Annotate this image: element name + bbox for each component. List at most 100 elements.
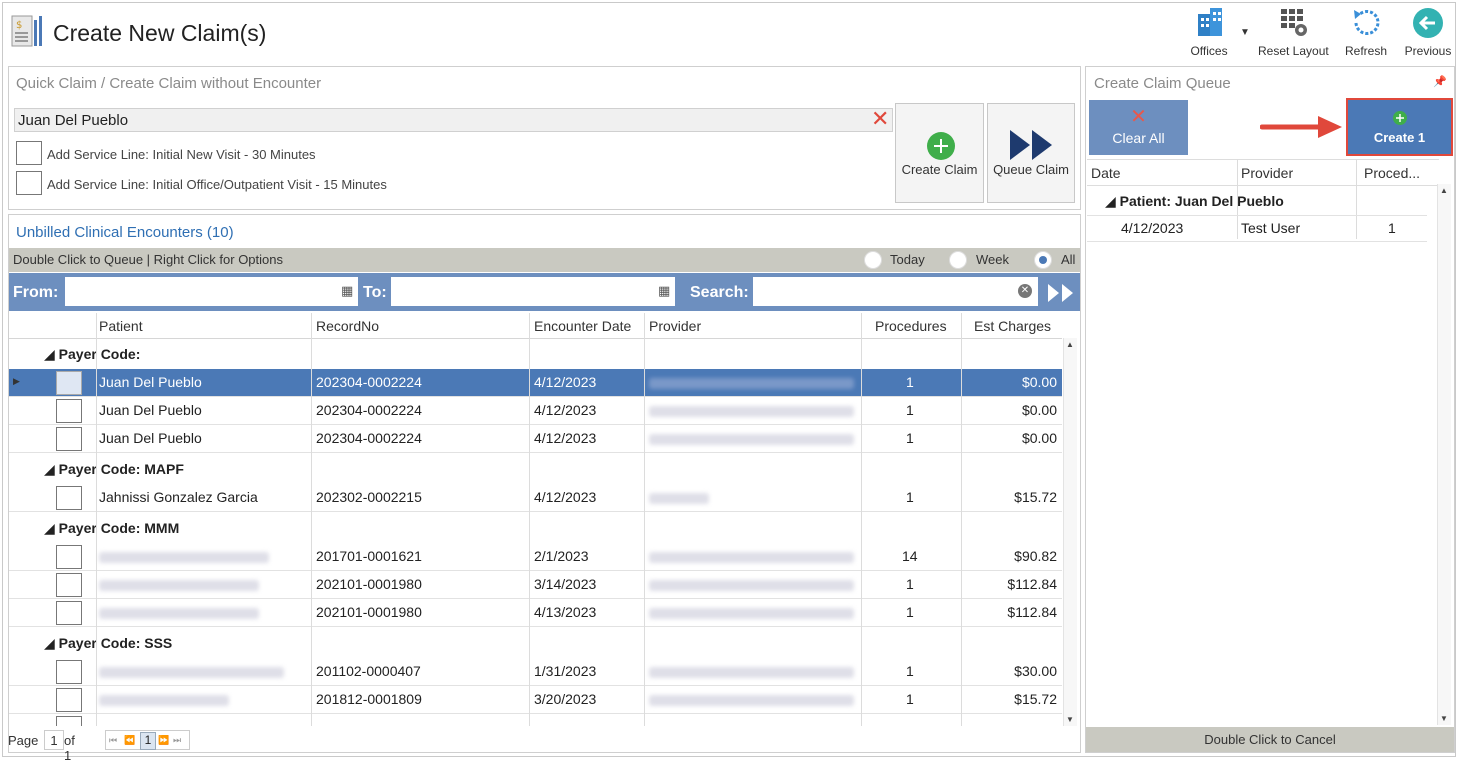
queue-col-procedures[interactable]: Proced... [1364, 165, 1420, 181]
col-patient[interactable]: Patient [99, 318, 143, 334]
search-go-icon[interactable] [1047, 283, 1077, 303]
col-recordno[interactable]: RecordNo [316, 318, 379, 334]
row-checkbox[interactable] [56, 660, 82, 684]
encounters-hint: Double Click to Queue | Right Click for … [13, 252, 283, 267]
encounters-title: Unbilled Clinical Encounters (10) [16, 224, 234, 241]
grid-gear-icon [1281, 9, 1307, 36]
create-claim-button[interactable]: Create Claim [895, 103, 984, 203]
clear-search-icon[interactable]: ✕ [1018, 284, 1032, 298]
previous-button[interactable]: Previous [1402, 6, 1454, 58]
scroll-up-icon[interactable]: ▲ [1440, 186, 1448, 195]
record-cell: 201102-0000407 [316, 663, 421, 679]
service-line-1-checkbox[interactable] [16, 141, 42, 165]
group-row[interactable]: ◢ Payer Code: SSS [9, 629, 1062, 659]
prev-page-icon[interactable]: ⏪ [124, 735, 135, 746]
table-row[interactable]: 202101-0001980 4/13/2023 1 $112.84 [9, 599, 1062, 627]
row-checkbox[interactable] [56, 716, 82, 726]
row-checkbox[interactable] [56, 486, 82, 510]
queue-col-date[interactable]: Date [1091, 165, 1121, 181]
offices-building-icon [1198, 8, 1222, 36]
group-label: ◢ Payer Code: [44, 346, 141, 362]
page-label: Page [8, 733, 39, 748]
clear-patient-icon[interactable]: ✕ [871, 106, 889, 132]
patient-cell: Jahnissi Gonzalez Garcia [99, 489, 258, 505]
queue-scrollbar[interactable]: ▲ ▼ [1437, 184, 1451, 725]
row-checkbox[interactable] [56, 545, 82, 569]
table-row[interactable]: 201701-0001621 2/1/2023 14 $90.82 [9, 543, 1062, 571]
row-checkbox[interactable] [56, 371, 82, 395]
week-radio[interactable] [949, 251, 967, 269]
table-row[interactable]: Juan Del Pueblo 202304-0002224 4/12/2023… [9, 397, 1062, 425]
all-radio[interactable] [1034, 251, 1052, 269]
group-label: ◢ Payer Code: MAPF [44, 461, 184, 477]
charges-cell: $112.84 [1007, 604, 1057, 620]
scroll-up-icon[interactable]: ▲ [1066, 340, 1074, 349]
col-divider [529, 313, 530, 726]
current-page-button[interactable]: 1 [140, 732, 156, 750]
reset-layout-button[interactable]: Reset Layout [1258, 6, 1329, 58]
first-page-icon[interactable]: ⏮ [109, 735, 117, 746]
row-checkbox[interactable] [56, 573, 82, 597]
fast-forward-icon [1010, 130, 1052, 160]
record-cell: 202302-0002215 [316, 489, 422, 505]
queue-row[interactable]: 4/12/2023 Test User 1 [1087, 215, 1427, 242]
today-radio[interactable] [864, 251, 882, 269]
procedures-cell: 14 [902, 548, 918, 564]
row-checkbox[interactable] [56, 427, 82, 451]
charges-cell: $112.84 [1007, 576, 1057, 592]
queue-claim-button[interactable]: Queue Claim [987, 103, 1075, 203]
col-procedures[interactable]: Procedures [875, 318, 947, 334]
queue-title: Create Claim Queue [1094, 75, 1231, 92]
charges-cell: $15.72 [1014, 489, 1057, 505]
page-input[interactable]: 1 [44, 730, 64, 750]
table-row-partial[interactable] [9, 714, 1062, 726]
refresh-button[interactable]: Refresh [1344, 6, 1388, 58]
scroll-down-icon[interactable]: ▼ [1066, 715, 1074, 724]
group-row[interactable]: ◢ Payer Code: MAPF [9, 455, 1062, 485]
row-checkbox[interactable] [56, 601, 82, 625]
claims-app-icon: $ [11, 15, 42, 47]
create-queue-button[interactable]: Create 1 [1346, 98, 1453, 156]
table-row[interactable]: Jahnissi Gonzalez Garcia 202302-0002215 … [9, 484, 1062, 512]
group-row[interactable]: ◢ Payer Code: [9, 340, 1062, 370]
date-cell: 4/12/2023 [534, 402, 597, 418]
offices-button[interactable]: Offices [1186, 6, 1232, 58]
from-date-input[interactable]: ▦ [65, 277, 358, 306]
scroll-down-icon[interactable]: ▼ [1440, 714, 1448, 723]
search-input[interactable]: ✕ [753, 277, 1038, 306]
refresh-label: Refresh [1344, 44, 1388, 58]
table-row[interactable]: Juan Del Pueblo 202304-0002224 4/12/2023… [9, 425, 1062, 453]
table-row[interactable]: 201102-0000407 1/31/2023 1 $30.00 [9, 658, 1062, 686]
table-row[interactable]: 201812-0001809 3/20/2023 1 $15.72 [9, 686, 1062, 714]
calendar-icon[interactable]: ▦ [341, 283, 353, 299]
offices-dropdown-icon[interactable]: ▼ [1240, 27, 1250, 38]
today-label: Today [890, 252, 925, 267]
clear-all-button[interactable]: ✕ Clear All [1089, 100, 1188, 155]
provider-cell-redacted [649, 552, 854, 563]
last-page-icon[interactable]: ⏭ [173, 735, 181, 746]
queue-group-label[interactable]: ◢ Patient: Juan Del Pueblo [1105, 193, 1284, 210]
provider-cell-redacted [649, 406, 854, 417]
date-cell: 4/12/2023 [534, 489, 597, 505]
group-row[interactable]: ◢ Payer Code: MMM [9, 514, 1062, 544]
queue-claim-label: Queue Claim [993, 162, 1069, 177]
row-checkbox[interactable] [56, 688, 82, 712]
table-row[interactable]: 202101-0001980 3/14/2023 1 $112.84 [9, 571, 1062, 599]
encounters-scrollbar[interactable]: ▲ ▼ [1063, 338, 1077, 726]
next-page-icon[interactable]: ⏩ [158, 735, 169, 746]
queue-col-provider[interactable]: Provider [1241, 165, 1293, 181]
col-provider[interactable]: Provider [649, 318, 701, 334]
procedures-cell: 1 [906, 402, 914, 418]
date-cell: 3/20/2023 [534, 691, 597, 707]
service-line-2-checkbox[interactable] [16, 171, 42, 195]
patient-input[interactable]: Juan Del Pueblo ✕ [14, 106, 893, 132]
to-date-input[interactable]: ▦ [391, 277, 675, 306]
col-encounter-date[interactable]: Encounter Date [534, 318, 631, 334]
pin-icon[interactable]: 📌 [1433, 75, 1447, 88]
calendar-icon[interactable]: ▦ [658, 283, 670, 299]
col-est-charges[interactable]: Est Charges [974, 318, 1051, 334]
provider-cell-redacted [649, 580, 854, 591]
row-checkbox[interactable] [56, 399, 82, 423]
plus-circle-icon [927, 132, 955, 160]
table-row[interactable]: ▶ Juan Del Pueblo 202304-0002224 4/12/20… [9, 369, 1062, 397]
